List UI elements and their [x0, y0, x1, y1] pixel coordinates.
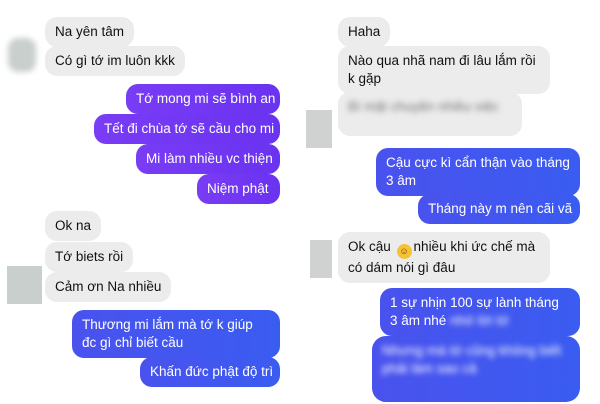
- outgoing-message-blurred: Nhưng mà tớ cũng không biết phải làm sao…: [372, 336, 580, 402]
- contact-avatar: [7, 266, 42, 304]
- outgoing-message: 1 sự nhịn 100 sự lành tháng 3 âm nhé nhớ…: [380, 288, 580, 336]
- message-text: Nhưng mà tớ cũng không biết phải làm sao…: [382, 343, 562, 376]
- message-text: Ok na: [55, 218, 92, 233]
- outgoing-message: Cậu cực kì cẩn thận vào tháng 3 âm: [376, 148, 580, 196]
- message-text: Haha: [348, 24, 381, 39]
- incoming-message: Ok cậu ☺ nhiều khi ức chế mà có dám nói g…: [338, 232, 550, 283]
- message-text: Bí mật chuyện nhiều việc: [348, 99, 499, 114]
- message-text: Na yên tâm: [55, 24, 125, 39]
- outgoing-message: Tớ mong mi sẽ bình an: [126, 84, 280, 114]
- message-text: Ok cậu: [348, 239, 391, 254]
- incoming-message: Tớ biets rồi: [45, 242, 134, 272]
- incoming-message: Ok na: [45, 211, 102, 241]
- incoming-message: Có gì tớ im luôn kkk: [45, 46, 185, 76]
- incoming-message: Haha: [338, 17, 391, 47]
- left-chat-panel: Na yên tâm Có gì tớ im luôn kkk Tớ mong …: [0, 0, 298, 404]
- message-text: Thương mi lắm mà tớ k giúp đc gì chỉ biế…: [82, 317, 253, 350]
- message-text: Nào qua nhã nam đi lâu lắm rồi k gặp: [348, 53, 536, 86]
- outgoing-message: Mi làm nhiều vc thiện: [136, 144, 280, 174]
- contact-avatar: [306, 110, 332, 148]
- message-text: Cảm ơn Na nhiều: [55, 279, 162, 294]
- message-text-blurred: nhớ lời tớ: [450, 313, 509, 328]
- contact-avatar: [310, 240, 332, 278]
- incoming-message: Cảm ơn Na nhiều: [45, 272, 172, 302]
- outgoing-message: Khấn đức phật độ trì: [140, 357, 280, 387]
- message-text: Niệm phật: [207, 181, 269, 196]
- message-text: Cậu cực kì cẩn thận vào tháng 3 âm: [386, 155, 570, 188]
- outgoing-message: Tháng này m nên cãi vã: [418, 194, 580, 224]
- incoming-message: Nào qua nhã nam đi lâu lắm rồi k gặp: [338, 46, 550, 94]
- outgoing-message: Tết đi chùa tớ sẽ cầu cho mi: [94, 114, 280, 144]
- outgoing-message: Thương mi lắm mà tớ k giúp đc gì chỉ biế…: [72, 310, 280, 358]
- incoming-message-blurred: Bí mật chuyện nhiều việc: [338, 92, 522, 136]
- right-chat-panel: Haha Nào qua nhã nam đi lâu lắm rồi k gặ…: [302, 0, 600, 404]
- grinning-sweat-emoji-icon: ☺: [396, 244, 412, 259]
- message-text: Tớ mong mi sẽ bình an: [136, 91, 276, 106]
- message-text: Có gì tớ im luôn kkk: [55, 53, 175, 68]
- message-text: Tết đi chùa tớ sẽ cầu cho mi: [104, 121, 275, 136]
- message-text: Tớ biets rồi: [55, 249, 124, 264]
- outgoing-message: Niệm phật: [197, 174, 280, 204]
- incoming-message: Na yên tâm: [45, 17, 135, 47]
- contact-avatar: [8, 38, 36, 72]
- message-text: Khấn đức phật độ trì: [150, 364, 274, 379]
- message-text: Tháng này m nên cãi vã: [428, 201, 573, 216]
- message-text: Mi làm nhiều vc thiện: [146, 151, 273, 166]
